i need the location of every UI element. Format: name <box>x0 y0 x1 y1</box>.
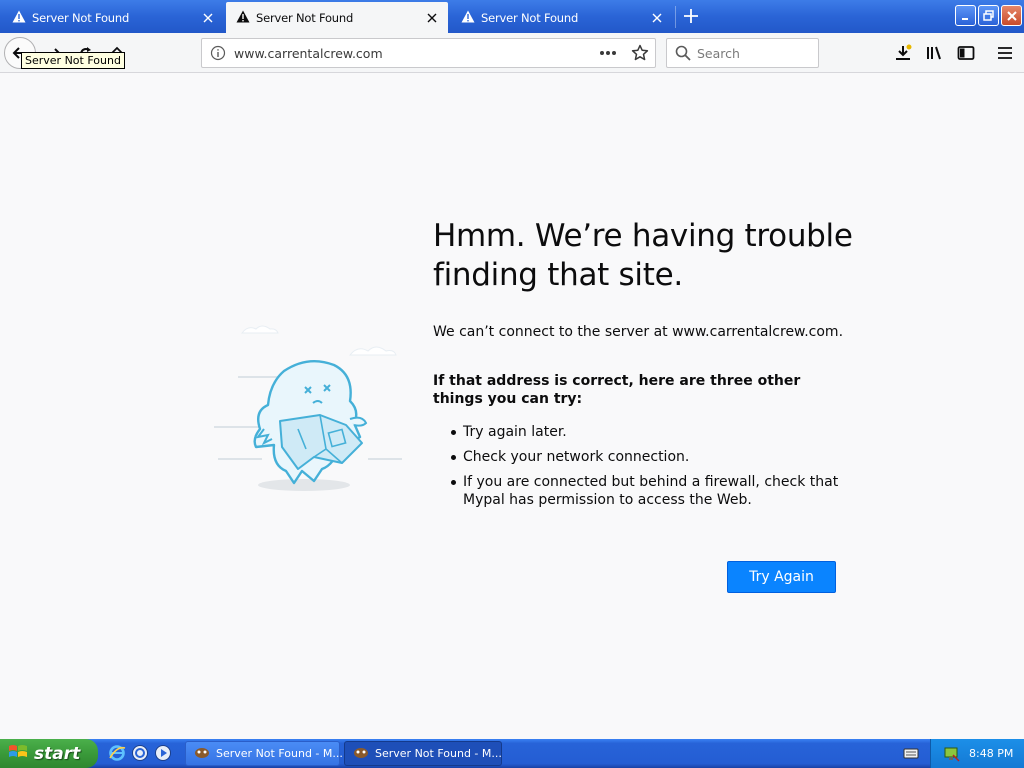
suggestions-heading: If that address is correct, here are thr… <box>433 373 801 407</box>
warning-icon <box>236 10 250 26</box>
tab-2-active[interactable]: Server Not Found <box>226 2 448 33</box>
new-tab-icon[interactable] <box>680 4 702 28</box>
system-tray: 8:48 PM <box>930 739 1024 768</box>
suggestion-item: Check your network connection. <box>447 448 847 466</box>
info-icon[interactable] <box>210 45 226 61</box>
search-icon <box>675 45 691 61</box>
tab-title: Server Not Found <box>32 10 130 25</box>
tab-3[interactable]: Server Not Found <box>451 2 673 33</box>
restore-button[interactable] <box>978 5 999 26</box>
tab-title: Server Not Found <box>481 10 579 25</box>
warning-icon <box>461 10 475 26</box>
keyboard-language-icon[interactable] <box>902 744 920 762</box>
tab-title: Server Not Found <box>256 10 354 25</box>
menu-icon[interactable] <box>995 43 1015 63</box>
tab-strip: Server Not Found Server Not Found Server… <box>0 0 1024 33</box>
media-player-icon[interactable] <box>154 744 172 762</box>
error-page: Hmm. We’re having trouble finding that s… <box>0 74 1024 739</box>
error-description: We can’t connect to the server at www.ca… <box>433 324 844 340</box>
suggestions-list: Try again later. Check your network conn… <box>447 423 847 516</box>
close-icon[interactable] <box>200 10 216 26</box>
url-text[interactable]: www.carrentalcrew.com <box>234 46 599 61</box>
windows-taskbar: start Server Not Found - M... Server Not… <box>0 739 1024 768</box>
start-label: start <box>34 743 81 764</box>
bookmark-star-icon[interactable] <box>631 44 649 62</box>
taskbar-button-label: Server Not Found - M... <box>216 747 343 760</box>
minimize-button[interactable] <box>955 5 976 26</box>
start-button[interactable]: start <box>0 739 98 768</box>
suggestion-item: If you are connected but behind a firewa… <box>447 473 847 509</box>
library-icon[interactable] <box>924 43 944 63</box>
try-again-button[interactable]: Try Again <box>727 561 836 593</box>
tooltip: Server Not Found <box>21 52 125 69</box>
tab-1[interactable]: Server Not Found <box>2 2 224 33</box>
tab-separator <box>675 6 676 28</box>
suggestion-item: Try again later. <box>447 423 847 441</box>
browser-app-icon <box>353 744 369 763</box>
taskbar-button-window-1[interactable]: Server Not Found - M... <box>185 741 343 766</box>
error-title: Hmm. We’re having trouble finding that s… <box>433 218 853 293</box>
warning-icon <box>12 10 26 26</box>
close-window-button[interactable] <box>1001 5 1022 26</box>
search-input[interactable] <box>697 45 817 61</box>
clock: 8:48 PM <box>969 747 1014 760</box>
search-bar[interactable] <box>666 38 819 68</box>
sidebar-icon[interactable] <box>956 43 976 63</box>
windows-logo-icon <box>8 743 28 765</box>
navigation-toolbar: www.carrentalcrew.com <box>0 33 1024 73</box>
downloads-icon[interactable] <box>893 43 913 63</box>
close-icon[interactable] <box>424 10 440 26</box>
close-icon[interactable] <box>649 10 665 26</box>
network-tray-icon[interactable] <box>943 745 961 763</box>
url-bar[interactable]: www.carrentalcrew.com <box>201 38 656 68</box>
browser-quicklaunch-icon[interactable] <box>131 744 149 762</box>
taskbar-button-label: Server Not Found - M... <box>375 747 502 760</box>
taskbar-button-window-2[interactable]: Server Not Found - M... <box>344 741 502 766</box>
page-actions-icon[interactable] <box>599 50 617 56</box>
ie-icon[interactable] <box>108 744 126 762</box>
browser-app-icon <box>194 744 210 763</box>
sad-creature-illustration <box>210 319 410 503</box>
